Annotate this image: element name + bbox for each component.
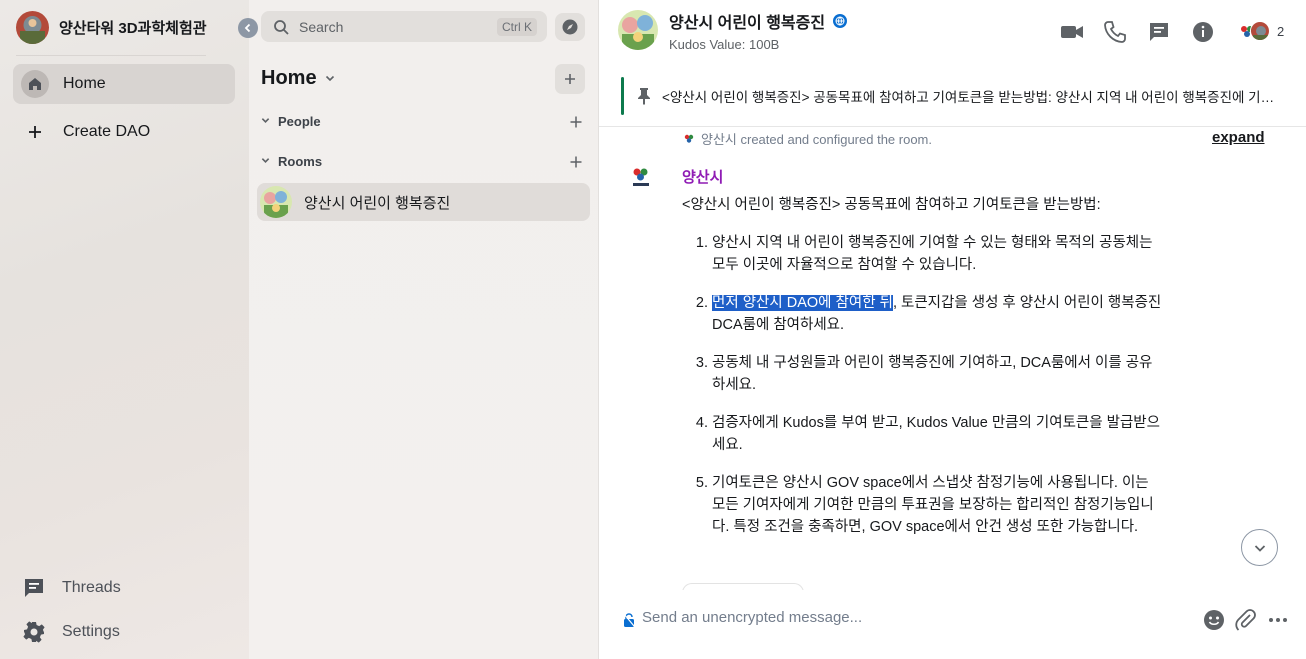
- emoji-button[interactable]: [1202, 608, 1226, 632]
- section-rooms[interactable]: Rooms: [261, 154, 322, 169]
- attach-button[interactable]: [1234, 608, 1258, 632]
- info-icon: [1193, 22, 1213, 42]
- space-panel: 양산타워 3D과학체험관 Home Create DAO Threads Set…: [0, 0, 249, 659]
- plus-icon: [565, 74, 575, 84]
- list-item: 먼저 양산시 DAO에 참여한 뒤, 토큰지갑을 생성 후 양산시 어린이 행복…: [712, 292, 1162, 336]
- room-name[interactable]: 양산시 어린이 행복증진: [669, 9, 848, 33]
- selected-text: 먼저 양산시 DAO에 참여한 뒤: [712, 295, 893, 311]
- compass-icon: [562, 19, 578, 35]
- threads-icon: [22, 576, 46, 600]
- more-options-button[interactable]: [1266, 608, 1290, 632]
- pinned-message-banner[interactable]: <양산시 어린이 행복증진> 공동목표에 참여하고 기여토큰을 받는방법: 양산…: [621, 77, 1306, 115]
- room-created-event: 양산시 created and configured the room.: [683, 129, 932, 148]
- member-count: 2: [1277, 23, 1285, 39]
- explore-rooms-button[interactable]: [555, 13, 585, 41]
- room-list-panel: Search Ctrl K Home People Rooms 양산시 어린이: [249, 0, 599, 659]
- space-avatar: [16, 10, 49, 44]
- paperclip-icon: [1235, 609, 1256, 631]
- pin-icon: [636, 87, 652, 105]
- plus-icon: [570, 116, 582, 128]
- room-info-button[interactable]: [1191, 20, 1215, 44]
- pinned-indicator: [621, 77, 624, 115]
- home-icon: [21, 70, 49, 98]
- phone-icon: [1104, 21, 1126, 43]
- message-steps: 양산시 지역 내 어린이 행복증진에 기여할 수 있는 형태와 목적의 공동체는…: [682, 232, 1162, 538]
- sender-name[interactable]: 양산시: [682, 166, 723, 187]
- more-icon: [1269, 618, 1287, 622]
- room-header-avatar[interactable]: [618, 10, 658, 50]
- sender-mini-avatar: [683, 133, 695, 145]
- message-composer: Send an unencrypted message...: [599, 590, 1306, 659]
- message-input[interactable]: Send an unencrypted message...: [642, 609, 862, 626]
- section-rooms-label: Rooms: [278, 154, 323, 169]
- message-intro: <양산시 어린이 행복증진> 공동목표에 참여하고 기여토큰을 받는방법:: [682, 197, 1101, 213]
- nav-home-label: Home: [63, 75, 106, 92]
- chevron-down-icon: [1254, 544, 1265, 552]
- unencrypted-icon: [623, 613, 635, 627]
- thread-icon: [1150, 23, 1168, 41]
- nav-create-dao-label: Create DAO: [63, 123, 151, 140]
- room-name-text: 양산시 어린이 행복증진: [669, 15, 826, 32]
- divider: [16, 55, 206, 56]
- divider: [599, 126, 1306, 127]
- chevron-down-icon: [261, 116, 270, 128]
- message-body: <양산시 어린이 행복증진> 공동목표에 참여하고 기여토큰을 받는방법: 양산…: [682, 194, 1162, 554]
- list-item: 기여토큰은 양산시 GOV space에서 스냅샷 참정기능에 사용됩니다. 이…: [712, 472, 1162, 538]
- video-call-icon: [1061, 26, 1083, 38]
- chevron-down-icon: [261, 156, 270, 168]
- room-list-title: Home: [261, 67, 317, 89]
- collapse-panel-button[interactable]: [238, 18, 258, 38]
- nav-home[interactable]: Home: [13, 64, 235, 104]
- expand-link[interactable]: expand: [1212, 129, 1265, 146]
- room-list-header[interactable]: Home: [261, 67, 335, 90]
- threads-button[interactable]: Threads: [22, 576, 121, 600]
- plus-icon: [570, 156, 582, 168]
- chevron-down-icon: [325, 72, 335, 86]
- space-title: 양산타워 3D과학체험관: [59, 19, 207, 37]
- video-call-button[interactable]: [1060, 20, 1084, 44]
- room-tile-name: 양산시 어린이 행복증진: [304, 194, 451, 212]
- add-room-section-button[interactable]: [570, 152, 582, 173]
- section-people[interactable]: People: [261, 114, 321, 129]
- add-person-button[interactable]: [570, 112, 582, 133]
- space-header[interactable]: 양산타워 3D과학체험관: [16, 10, 207, 44]
- section-people-label: People: [278, 114, 321, 129]
- search-shortcut: Ctrl K: [497, 18, 537, 36]
- settings-button[interactable]: Settings: [22, 620, 120, 644]
- plus-icon: [21, 118, 49, 146]
- threads-label: Threads: [62, 579, 121, 596]
- room-tile[interactable]: 양산시 어린이 행복증진: [257, 183, 590, 221]
- member-facepile[interactable]: 2: [1236, 18, 1284, 44]
- list-item: 양산시 지역 내 어린이 행복증진에 기여할 수 있는 형태와 목적의 공동체는…: [712, 232, 1162, 276]
- chevron-left-icon: [244, 23, 251, 33]
- search-placeholder: Search: [299, 18, 344, 35]
- voice-call-button[interactable]: [1103, 20, 1127, 44]
- jump-to-bottom-button[interactable]: [1241, 529, 1278, 566]
- emoji-icon: [1204, 610, 1224, 630]
- nav-create-dao[interactable]: Create DAO: [13, 112, 235, 152]
- member-avatar: [1250, 21, 1270, 41]
- list-item: 공동체 내 구성원들과 어린이 행복증진에 기여하고, DCA룸에서 이를 공유…: [712, 352, 1162, 396]
- list-item: 검증자에게 Kudos를 부여 받고, Kudos Value 만큼의 기여토큰…: [712, 412, 1162, 456]
- threads-button[interactable]: [1147, 20, 1171, 44]
- pinned-message-text: <양산시 어린이 행복증진> 공동목표에 참여하고 기여토큰을 받는방법: 양산…: [662, 90, 1282, 105]
- search-icon: [273, 19, 289, 35]
- settings-label: Settings: [62, 623, 120, 640]
- search-input[interactable]: Search Ctrl K: [261, 11, 547, 42]
- room-view: 양산시 어린이 행복증진 Kudos Value: 100B 2 <양산시 어린…: [599, 0, 1306, 659]
- sender-avatar[interactable]: [629, 165, 653, 189]
- room-avatar: [260, 186, 292, 218]
- room-topic: Kudos Value: 100B: [669, 37, 780, 52]
- room-created-text: 양산시 created and configured the room.: [701, 132, 933, 147]
- add-room-button[interactable]: [555, 64, 585, 94]
- public-room-icon: [833, 14, 848, 28]
- gear-icon: [22, 620, 46, 644]
